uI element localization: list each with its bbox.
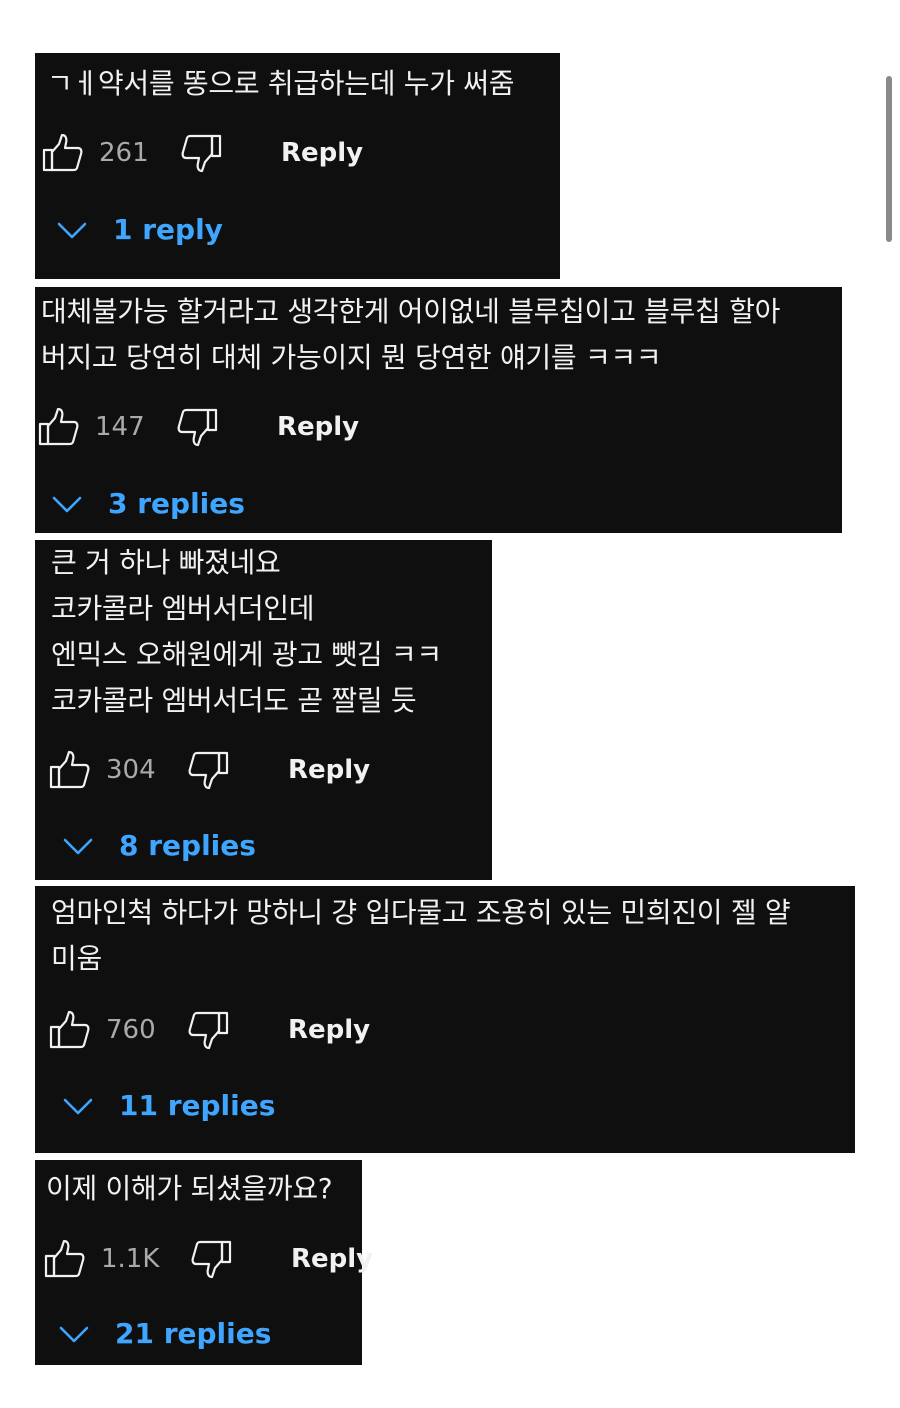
- comment-actions: 760 Reply: [48, 1008, 468, 1052]
- thumbs-down-icon[interactable]: [186, 748, 230, 792]
- thumbs-up-icon[interactable]: [48, 748, 92, 792]
- comment-text: 엄마인척 하다가 망하니 걍 입다물고 조용히 있는 민희진이 젤 얄 미움: [51, 896, 791, 975]
- thumbs-down-icon[interactable]: [186, 1008, 230, 1052]
- chevron-down-icon: [55, 216, 89, 244]
- reply-button[interactable]: Reply: [281, 137, 363, 169]
- reply-button[interactable]: Reply: [288, 1014, 370, 1046]
- comment-actions: 304 Reply: [48, 748, 468, 792]
- comment-card: 이제 이해가 되셨을까요? 1.1K Reply 21 replies: [35, 1160, 373, 1365]
- replies-count-label: 8 replies: [119, 829, 256, 862]
- reply-button[interactable]: Reply: [291, 1243, 373, 1275]
- comment-actions: 1.1K Reply: [43, 1237, 373, 1281]
- reply-button[interactable]: Reply: [288, 754, 370, 786]
- thumbs-up-icon[interactable]: [48, 1008, 92, 1052]
- reply-button[interactable]: Reply: [277, 411, 359, 443]
- thumbs-up-icon[interactable]: [43, 1237, 87, 1281]
- like-count: 760: [106, 1015, 156, 1045]
- comment-actions: 147 Reply: [37, 405, 537, 449]
- scrollbar-thumb[interactable]: [886, 76, 892, 242]
- thumbs-down-icon[interactable]: [189, 1237, 233, 1281]
- chevron-down-icon: [61, 832, 95, 860]
- replies-count-label: 3 replies: [108, 487, 245, 520]
- view-replies-button[interactable]: 21 replies: [57, 1314, 347, 1354]
- view-replies-button[interactable]: 11 replies: [61, 1086, 341, 1126]
- thumbs-up-icon[interactable]: [41, 131, 85, 175]
- thumbs-down-icon[interactable]: [175, 405, 219, 449]
- thumbs-up-icon[interactable]: [37, 405, 81, 449]
- comment-card: ㄱㅔ약서를 똥으로 취급하는데 누가 써줌 261 Reply 1 reply: [35, 53, 560, 279]
- chevron-down-icon: [57, 1320, 91, 1348]
- thumbs-down-icon[interactable]: [179, 131, 223, 175]
- comment-card: 대체불가능 할거라고 생각한게 어이없네 블루칩이고 블루칩 할아 버지고 당연…: [35, 287, 842, 533]
- comment-text: 대체불가능 할거라고 생각한게 어이없네 블루칩이고 블루칩 할아 버지고 당연…: [41, 295, 781, 374]
- view-replies-button[interactable]: 8 replies: [61, 826, 321, 866]
- like-count: 304: [106, 755, 156, 785]
- chevron-down-icon: [50, 490, 84, 518]
- comment-card: 큰 거 하나 빠졌네요 코카콜라 엠버서더인데 엔믹스 오해원에게 광고 뺏김 …: [35, 540, 492, 880]
- chevron-down-icon: [61, 1092, 95, 1120]
- comment-card: 엄마인척 하다가 망하니 걍 입다물고 조용히 있는 민희진이 젤 얄 미움 7…: [35, 886, 855, 1153]
- comment-actions: 261 Reply: [41, 131, 541, 175]
- like-count: 1.1K: [101, 1244, 160, 1274]
- view-replies-button[interactable]: 3 replies: [50, 484, 310, 524]
- comment-text: ㄱㅔ약서를 똥으로 취급하는데 누가 써줌: [47, 67, 515, 100]
- comment-text: 큰 거 하나 빠졌네요 코카콜라 엠버서더인데 엔믹스 오해원에게 광고 뺏김 …: [51, 546, 442, 717]
- like-count: 147: [95, 412, 145, 442]
- like-count: 261: [99, 138, 149, 168]
- comment-text: 이제 이해가 되셨을까요?: [46, 1172, 333, 1205]
- replies-count-label: 11 replies: [119, 1089, 276, 1122]
- replies-count-label: 1 reply: [113, 213, 223, 246]
- replies-count-label: 21 replies: [115, 1317, 272, 1350]
- view-replies-button[interactable]: 1 reply: [55, 210, 305, 250]
